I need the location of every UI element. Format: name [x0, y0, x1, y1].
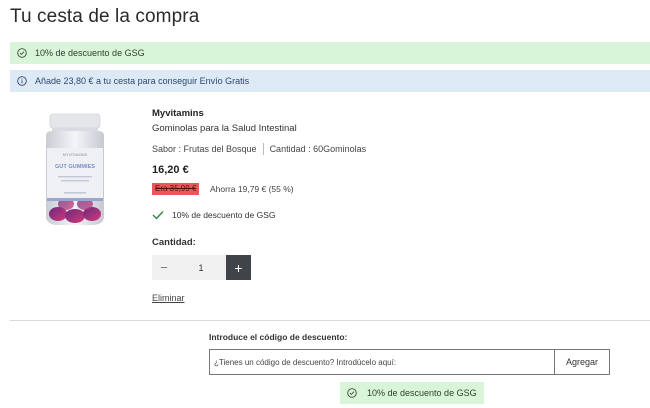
section-divider	[10, 320, 650, 321]
product-brand: Myvitamins	[152, 108, 204, 119]
check-circle-icon	[17, 48, 27, 58]
item-discount-text: 10% de descuento de GSG	[172, 210, 276, 220]
flavor-attribute: Sabor : Frutas del Bosque	[152, 144, 257, 154]
old-price: Era 35,99 €	[152, 183, 200, 195]
item-discount: 10% de descuento de GSG	[152, 210, 276, 220]
quantity-decrease-button[interactable]: −	[152, 255, 176, 280]
quantity-increase-button[interactable]: +	[226, 255, 251, 280]
shipping-banner-text: Añade 23,80 € a tu cesta para conseguir …	[35, 76, 250, 86]
size-attribute: Cantidad : 60Gominolas	[269, 144, 367, 154]
discount-code-label: Introduce el código de descuento:	[209, 332, 348, 342]
jar-product-text: GUT GUMMIES	[55, 164, 95, 170]
page-title: Tu cesta de la compra	[10, 6, 200, 27]
shipping-banner: Añade 23,80 € a tu cesta para conseguir …	[10, 70, 650, 92]
product-image[interactable]: MYVITAMINS GUT GUMMIES	[36, 112, 114, 230]
discount-banner-text: 10% de descuento de GSG	[35, 48, 145, 58]
quantity-label: Cantidad:	[152, 237, 196, 248]
applied-discount-chip: 10% de descuento de GSG	[340, 382, 484, 404]
info-icon	[17, 76, 27, 86]
apply-code-button[interactable]: Agregar	[554, 349, 610, 375]
jar-brand-text: MYVITAMINS	[63, 152, 88, 157]
quantity-value[interactable]: 1	[176, 263, 226, 273]
remove-item-link[interactable]: Eliminar	[152, 293, 185, 303]
check-circle-icon	[347, 388, 357, 398]
current-price: 16,20 €	[152, 164, 189, 176]
quantity-stepper: − 1 +	[152, 255, 251, 280]
checkmark-icon	[152, 210, 164, 220]
product-attributes: Sabor : Frutas del Bosque Cantidad : 60G…	[152, 143, 366, 155]
savings-text: Ahorra 19,79 € (55 %)	[210, 184, 294, 194]
discount-banner: 10% de descuento de GSG	[10, 42, 650, 64]
discount-code-input[interactable]	[209, 349, 555, 375]
product-name[interactable]: Gominolas para la Salud Intestinal	[152, 123, 297, 134]
applied-discount-text: 10% de descuento de GSG	[367, 388, 477, 398]
attribute-divider	[262, 143, 264, 155]
